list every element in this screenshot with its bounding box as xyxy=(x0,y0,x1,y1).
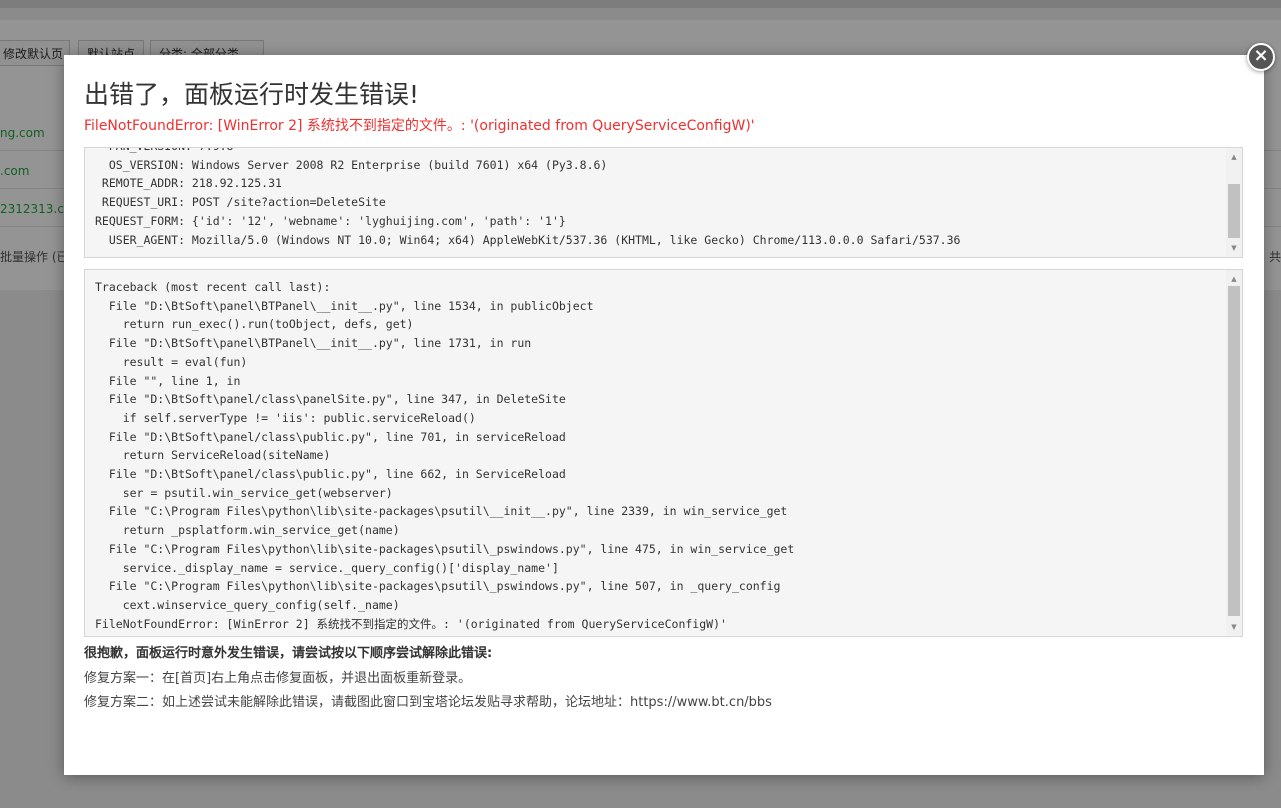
scroll-up-icon[interactable]: ▲ xyxy=(1226,272,1242,286)
scroll-down-icon[interactable]: ▼ xyxy=(1226,241,1242,255)
close-icon[interactable]: × xyxy=(1247,43,1275,71)
request-info-box[interactable]: PAN_VERSION: 7.9.8 OS_VERSION: Windows S… xyxy=(84,147,1243,258)
error-message: FileNotFoundError: [WinError 2] 系统找不到指定的… xyxy=(84,118,755,134)
fix-option-one: 修复方案一：在[首页]右上角点击修复面板，并退出面板重新登录。 xyxy=(84,671,472,686)
traceback-viewport: Traceback (most recent call last): File … xyxy=(95,270,1224,636)
scroll-down-icon[interactable]: ▼ xyxy=(1226,620,1242,634)
error-dialog: 出错了，面板运行时发生错误! FileNotFoundError: [WinEr… xyxy=(64,55,1264,775)
request-info-viewport: PAN_VERSION: 7.9.8 OS_VERSION: Windows S… xyxy=(95,148,1224,257)
dialog-title: 出错了，面板运行时发生错误! xyxy=(84,80,420,109)
traceback-box[interactable]: Traceback (most recent call last): File … xyxy=(84,269,1243,637)
request-info-text: PAN_VERSION: 7.9.8 OS_VERSION: Windows S… xyxy=(95,148,961,247)
traceback-text: Traceback (most recent call last): File … xyxy=(95,280,795,631)
scroll-up-icon[interactable]: ▲ xyxy=(1226,150,1242,164)
scroll-thumb[interactable] xyxy=(1228,184,1240,238)
request-info-scrollbar[interactable]: ▲ ▼ xyxy=(1226,148,1242,257)
help-heading: 很抱歉，面板运行时意外发生错误，请尝试按以下顺序尝试解除此错误: xyxy=(84,646,493,661)
fix-option-two: 修复方案二：如上述尝试未能解除此错误，请截图此窗口到宝塔论坛发贴寻求帮助，论坛地… xyxy=(84,695,772,710)
traceback-scrollbar[interactable]: ▲ ▼ xyxy=(1226,270,1242,636)
scroll-thumb[interactable] xyxy=(1228,286,1240,616)
